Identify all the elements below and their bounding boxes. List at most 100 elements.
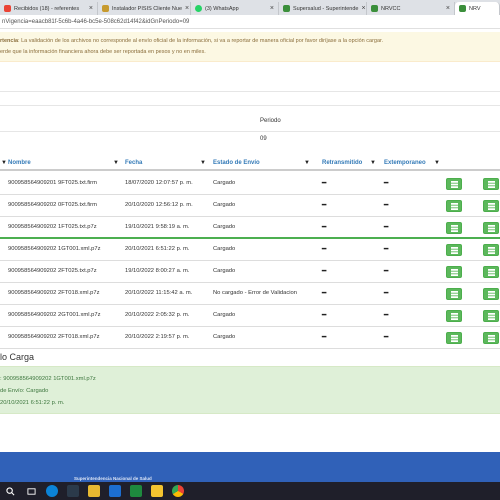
table-row[interactable]: 900958564909201 9FT025.txt.firm 18/07/20…	[0, 173, 500, 195]
tab-label: Instalador PISIS Cliente Nue	[112, 5, 183, 12]
tab-label: Supersalud - Superintende	[293, 5, 359, 12]
alert-line-2: erde que la información financiera ahora…	[0, 49, 206, 55]
close-icon[interactable]: ×	[185, 5, 189, 12]
list-icon	[487, 312, 495, 320]
download-button[interactable]	[483, 200, 499, 212]
cell-retransmitido: ━	[322, 268, 327, 275]
cell-estado: Cargado	[213, 334, 236, 340]
cell-retransmitido: ━	[322, 312, 327, 319]
column-header-estado[interactable]: Estado de Envío	[213, 160, 260, 166]
supersalud-icon	[283, 5, 290, 12]
list-icon	[450, 268, 458, 276]
list-icon	[487, 268, 495, 276]
url-text: nVigencia=eaacb81f-5c6b-4a46-bc5e-508c62…	[2, 18, 190, 25]
cell-fecha: 18/07/2020 12:07:57 p. m.	[125, 180, 193, 186]
tab-instalador[interactable]: Instalador PISIS Cliente Nue ×	[98, 2, 191, 15]
detail-button[interactable]	[446, 288, 462, 300]
detail-button[interactable]	[446, 200, 462, 212]
table-row[interactable]: 900958564909202 2GT001.xml.p7z 20/10/202…	[0, 305, 500, 327]
close-icon[interactable]: ×	[361, 5, 365, 12]
tab-supersalud[interactable]: Supersalud - Superintende ×	[279, 2, 367, 15]
tab-whatsapp[interactable]: (3) WhatsApp ×	[191, 2, 279, 15]
os-taskbar	[0, 482, 500, 500]
list-icon	[450, 180, 458, 188]
cell-estado: Cargado	[213, 268, 236, 274]
cell-retransmitido: ━	[322, 202, 327, 209]
download-button[interactable]	[483, 178, 499, 190]
cell-nombre: 900958564909201 9FT025.txt.firm	[8, 180, 97, 186]
cell-retransmitido: ━	[322, 180, 327, 187]
table-row[interactable]: 900958564909202 2FT018.xml.p7z 20/10/202…	[0, 327, 500, 349]
column-header-extemporaneo[interactable]: Extemporaneo	[384, 160, 426, 166]
list-icon	[450, 246, 458, 254]
column-header-fecha[interactable]: Fecha	[125, 160, 142, 166]
column-header-retransmitido[interactable]: Retransmitido	[322, 160, 362, 166]
tab-gmail[interactable]: Recibidos (18) - referentes ×	[0, 2, 98, 15]
download-button[interactable]	[483, 244, 499, 256]
detail-button[interactable]	[446, 310, 462, 322]
cell-fecha: 20/10/2020 12:56:12 p. m.	[125, 202, 193, 208]
column-header-nombre[interactable]: Nombre	[8, 160, 31, 166]
close-icon[interactable]: ×	[270, 5, 274, 12]
supersalud-icon	[371, 5, 378, 12]
detalle-title: lo Carga	[0, 352, 35, 362]
cell-extemporaneo: ━	[384, 246, 389, 253]
table-row[interactable]: 900958564909202 1GT001.xml.p7z 20/10/202…	[0, 239, 500, 261]
detail-button[interactable]	[446, 244, 462, 256]
settings-icon[interactable]	[67, 485, 79, 497]
download-button[interactable]	[483, 288, 499, 300]
detail-button[interactable]	[446, 266, 462, 278]
cell-retransmitido: ━	[322, 334, 327, 341]
list-icon	[450, 290, 458, 298]
file-explorer-icon[interactable]	[88, 485, 100, 497]
tab-nrv-active[interactable]: NRV	[455, 2, 500, 15]
form-row	[0, 106, 500, 132]
chrome-icon[interactable]	[172, 485, 184, 497]
cell-extemporaneo: ━	[384, 312, 389, 319]
table-row[interactable]: 900958564909202 2FT018.xml.p7z 20/10/202…	[0, 283, 500, 305]
filter-icon[interactable]: ▼	[370, 160, 376, 166]
edge-icon[interactable]	[46, 485, 58, 497]
alert-text: : La validación de los archivos no corre…	[18, 38, 384, 44]
filter-icon[interactable]: ▼	[200, 160, 206, 166]
excel-icon[interactable]	[130, 485, 142, 497]
address-bar[interactable]: nVigencia=eaacb81f-5c6b-4a46-bc5e-508c62…	[0, 15, 500, 29]
download-button[interactable]	[483, 332, 499, 344]
detail-button[interactable]	[446, 222, 462, 234]
detalle-archivo: : 900958564909202 1GT001.xml.p7z	[0, 376, 96, 382]
cell-retransmitido: ━	[322, 224, 327, 231]
table-row-selected[interactable]: 900958564909202 1FT025.txt.p7z 19/10/202…	[0, 217, 500, 239]
filter-icon[interactable]: ▼	[113, 160, 119, 166]
tab-nrvcc[interactable]: NRVCC ×	[367, 2, 455, 15]
cell-nombre: 900958564909202 2GT001.xml.p7z	[8, 312, 101, 318]
cell-nombre: 900958564909202 2FT018.xml.p7z	[8, 290, 100, 296]
sticky-notes-icon[interactable]	[151, 485, 163, 497]
close-icon[interactable]: ×	[446, 5, 450, 12]
whatsapp-icon	[195, 5, 202, 12]
filter-icon[interactable]: ▼	[304, 160, 310, 166]
download-button[interactable]	[483, 266, 499, 278]
detalle-estado: de Envío: Cargado	[0, 388, 49, 394]
table-row[interactable]: 900958564909202 2FT025.txt.p7z 19/10/202…	[0, 261, 500, 283]
mail-icon[interactable]	[109, 485, 121, 497]
filter-icon[interactable]: ▼	[434, 160, 440, 166]
alert-strong: rtencia	[0, 38, 19, 44]
cell-extemporaneo: ━	[384, 180, 389, 187]
cell-fecha: 20/10/2022 2:05:32 p. m.	[125, 312, 190, 318]
search-icon[interactable]	[4, 485, 16, 497]
close-icon[interactable]: ×	[89, 5, 93, 12]
cell-extemporaneo: ━	[384, 334, 389, 341]
download-button[interactable]	[483, 222, 499, 234]
cell-fecha: 19/10/2022 8:00:27 a. m.	[125, 268, 190, 274]
filter-icon[interactable]: ▼	[1, 160, 7, 166]
task-view-icon[interactable]	[25, 485, 37, 497]
cell-retransmitido: ━	[322, 246, 327, 253]
detalle-fecha: 20/10/2021 6:51:22 p. m.	[0, 400, 65, 406]
cell-extemporaneo: ━	[384, 268, 389, 275]
detail-button[interactable]	[446, 332, 462, 344]
cell-estado: Cargado	[213, 246, 236, 252]
detail-button[interactable]	[446, 178, 462, 190]
download-button[interactable]	[483, 310, 499, 322]
table-row[interactable]: 900958564909202 0FT025.txt.firm 20/10/20…	[0, 195, 500, 217]
form-row	[0, 62, 500, 92]
